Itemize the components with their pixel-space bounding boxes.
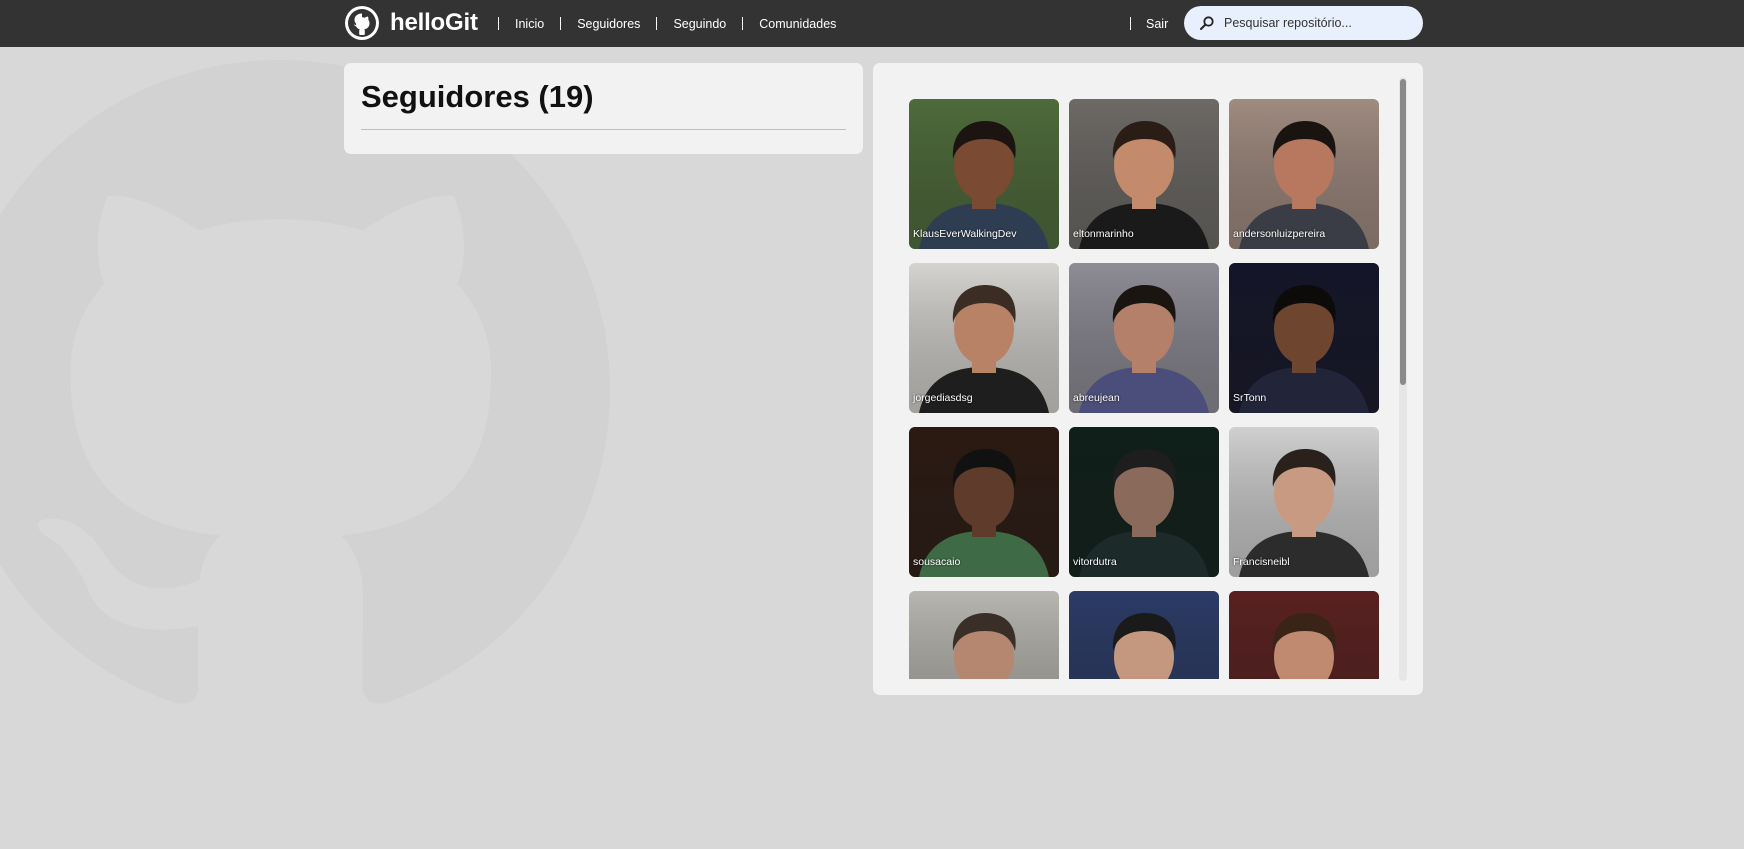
avatar	[909, 591, 1059, 679]
scrollbar[interactable]	[1399, 77, 1407, 681]
avatar	[1229, 591, 1379, 679]
search-input[interactable]	[1224, 16, 1414, 30]
follower-username: sousacaio	[913, 556, 961, 568]
avatar	[1229, 99, 1379, 249]
followers-grid-viewport[interactable]: KlausEverWalkingDev eltonmarinho andersonl…	[909, 99, 1379, 679]
avatar	[1069, 591, 1219, 679]
main-nav: Inicio Seguidores Seguindo Comunidades	[498, 0, 852, 47]
avatar	[1069, 99, 1219, 249]
title-divider	[361, 129, 846, 130]
followers-header-panel: Seguidores (19)	[344, 63, 863, 154]
follower-card[interactable]	[909, 591, 1059, 679]
brand[interactable]: helloGit	[344, 5, 478, 41]
top-navbar: helloGit Inicio Seguidores Seguindo Comu…	[0, 0, 1744, 47]
nav-link-inicio[interactable]: Inicio	[499, 17, 560, 31]
follower-username: vitordutra	[1073, 556, 1117, 568]
follower-card[interactable]: vitordutra	[1069, 427, 1219, 577]
avatar	[1229, 427, 1379, 577]
github-icon	[345, 6, 379, 40]
follower-username: Francisneibl	[1233, 556, 1290, 568]
github-logo-watermark	[0, 60, 610, 704]
follower-username: SrTonn	[1233, 392, 1267, 404]
logout-area: Sair	[1130, 0, 1168, 47]
follower-card[interactable]: abreujean	[1069, 263, 1219, 413]
follower-card[interactable]	[1229, 591, 1379, 679]
avatar	[909, 263, 1059, 413]
avatar	[1069, 427, 1219, 577]
search-icon	[1200, 16, 1214, 30]
nav-link-seguidores[interactable]: Seguidores	[561, 17, 656, 31]
follower-card[interactable]: eltonmarinho	[1069, 99, 1219, 249]
follower-card[interactable]	[1069, 591, 1219, 679]
page-title: Seguidores (19)	[361, 79, 594, 114]
follower-card[interactable]: Francisneibl	[1229, 427, 1379, 577]
logout-link[interactable]: Sair	[1131, 17, 1168, 31]
avatar	[1229, 263, 1379, 413]
follower-card[interactable]: sousacaio	[909, 427, 1059, 577]
follower-username: jorgediasdsg	[913, 392, 973, 404]
followers-grid: KlausEverWalkingDev eltonmarinho andersonl…	[909, 99, 1379, 679]
follower-username: andersonluizpereira	[1233, 228, 1326, 240]
avatar	[909, 99, 1059, 249]
followers-panel: KlausEverWalkingDev eltonmarinho andersonl…	[873, 63, 1423, 695]
follower-username: abreujean	[1073, 392, 1120, 404]
follower-card[interactable]: andersonluizpereira	[1229, 99, 1379, 249]
follower-username: KlausEverWalkingDev	[913, 228, 1017, 240]
follower-username: eltonmarinho	[1073, 228, 1134, 240]
avatar	[909, 427, 1059, 577]
follower-card[interactable]: KlausEverWalkingDev	[909, 99, 1059, 249]
scrollbar-thumb[interactable]	[1400, 79, 1406, 385]
brand-name: helloGit	[390, 9, 478, 36]
nav-link-seguindo[interactable]: Seguindo	[657, 17, 742, 31]
nav-link-comunidades[interactable]: Comunidades	[743, 17, 852, 31]
follower-card[interactable]: jorgediasdsg	[909, 263, 1059, 413]
avatar	[1069, 263, 1219, 413]
follower-card[interactable]: SrTonn	[1229, 263, 1379, 413]
search-box[interactable]	[1184, 6, 1423, 40]
